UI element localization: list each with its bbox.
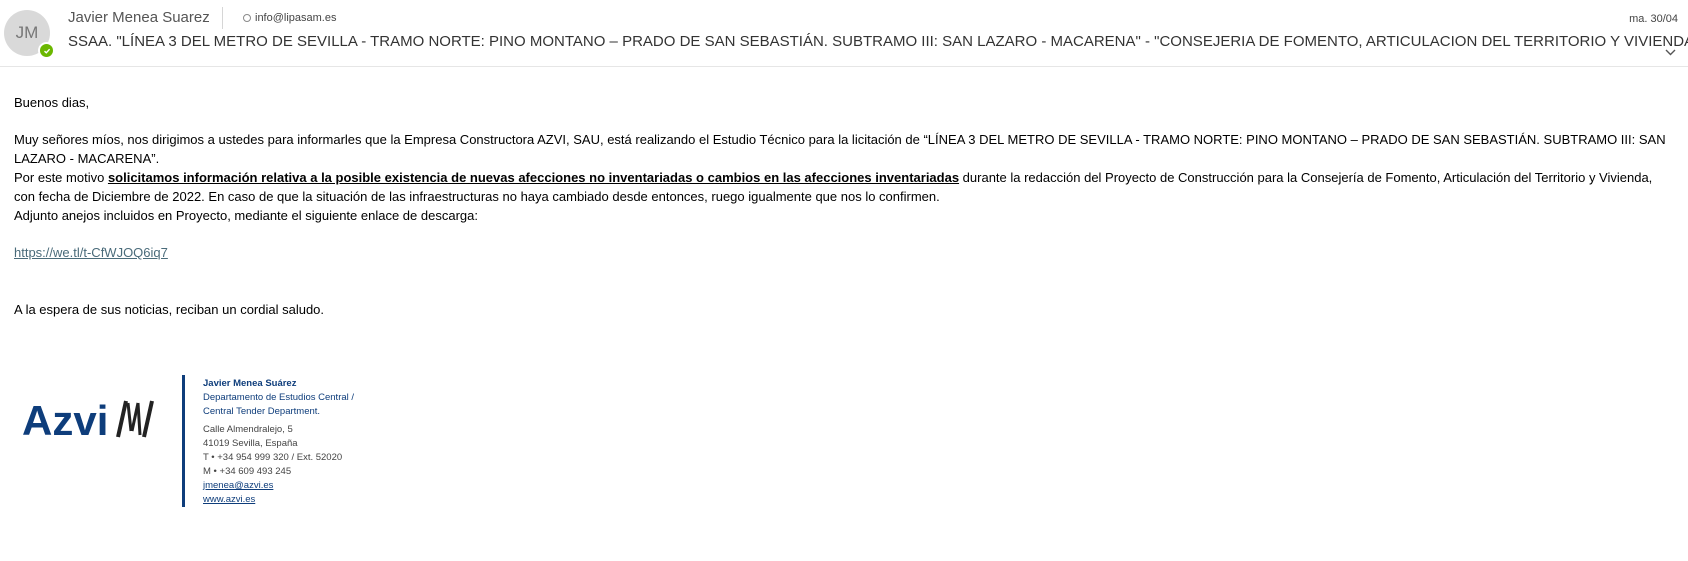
request-highlight: solicitamos información relativa a la po… [107, 170, 960, 185]
download-link[interactable]: https://we.tl/t-CfWJOQ6iq7 [14, 245, 168, 260]
signature-mobile: M • +34 609 493 245 [203, 466, 292, 477]
request-text-start: Por este motivo [14, 170, 108, 185]
signature-email-link[interactable]: jmenea@azvi.es [203, 480, 273, 491]
signature-divider [182, 375, 185, 507]
logo-mark [116, 400, 154, 438]
message-date: ma. 30/04 [1629, 13, 1678, 25]
signature-website-link[interactable]: www.azvi.es [203, 494, 255, 505]
sender-name[interactable]: Javier Menea Suarez [68, 9, 210, 26]
message-header: JM Javier Menea Suarez info@lipasam.es m… [0, 0, 1688, 67]
signature-name: Javier Menea Suárez [203, 378, 297, 389]
signature-address: Calle Almendralejo, 5 [203, 424, 293, 435]
message-subject: SSAA. "LÍNEA 3 DEL METRO DE SEVILLA - TR… [68, 33, 1688, 50]
recipient-status-icon [243, 14, 251, 22]
signature-phone: T • +34 954 999 320 / Ext. 52020 [203, 452, 343, 463]
message-body: Buenos dias, Muy señores míos, nos dirig… [14, 93, 1674, 319]
signature-department-en: Central Tender Department. [203, 406, 321, 417]
sender-email: info@lipasam.es [255, 12, 337, 24]
signature-details: Javier Menea Suárez Departamento de Estu… [203, 377, 354, 507]
presence-available-icon [38, 42, 55, 59]
greeting: Buenos dias, [14, 95, 90, 110]
signature-department: Departamento de Estudios Central / [203, 392, 355, 403]
chevron-down-icon[interactable] [1665, 43, 1676, 61]
paragraph-attachment: Adjunto anejos incluidos en Proyecto, me… [14, 208, 478, 223]
header-divider [222, 7, 223, 29]
paragraph-request: Por este motivo solicitamos información … [14, 168, 1674, 206]
closing-text: A la espera de sus noticias, reciban un … [14, 302, 325, 317]
logo-text: Azvi [22, 399, 108, 443]
signature-city: 41019 Sevilla, España [203, 438, 298, 449]
sender-email-container[interactable]: info@lipasam.es [243, 12, 336, 24]
avatar-initials: JM [15, 23, 39, 42]
azvi-logo: Azvi [22, 397, 157, 448]
azvi-logo-graphic: Azvi [22, 397, 154, 444]
paragraph-intro: Muy señores míos, nos dirigimos a ustede… [14, 132, 1666, 166]
